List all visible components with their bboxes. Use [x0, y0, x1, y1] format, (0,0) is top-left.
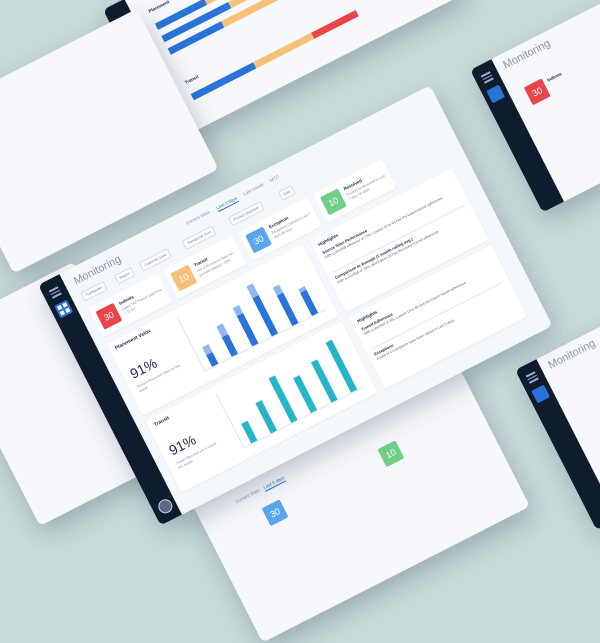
app-title: Monitoring [501, 37, 553, 72]
grid-icon[interactable] [486, 84, 506, 104]
h-bar [190, 62, 257, 101]
chart-bar [236, 312, 259, 347]
h-bar [253, 32, 315, 69]
chart-bar [255, 400, 278, 434]
transporter-filter[interactable]: Transporter [80, 280, 108, 302]
chart-bar [268, 375, 298, 424]
tab-current-sites[interactable]: Current Sites [185, 209, 211, 225]
transit-label: Transit [153, 415, 171, 429]
tab-last-month[interactable]: Last month [242, 182, 264, 197]
placement-label: Placement Velox [114, 328, 152, 352]
indents-title: Indents [546, 71, 563, 83]
resolved-value: 10 [377, 440, 405, 468]
app-title: Monitoring [71, 253, 124, 288]
top-transit-title: Transit [183, 73, 200, 86]
transit-value: 10 [170, 264, 198, 292]
tab-last-5-days[interactable]: Last 5 days [262, 475, 287, 492]
indents-value: 30 [523, 78, 551, 106]
menu-icon[interactable] [480, 71, 495, 85]
resolved-value: 10 [319, 188, 347, 216]
exception-value: 30 [261, 499, 289, 527]
h-bar [167, 21, 225, 55]
tab-current-sites[interactable]: Current Sites [235, 488, 261, 504]
dashboard-grid-icon[interactable] [54, 299, 74, 319]
app-title: Monitoring [546, 337, 598, 372]
chart-bar [300, 289, 319, 316]
exception-value: 30 [245, 226, 273, 254]
chart-bar [325, 339, 358, 393]
tab-last-5-days[interactable]: Last 5 days [215, 195, 239, 213]
chart-bar [293, 374, 318, 413]
sidebar [470, 59, 565, 213]
indents-value: 30 [95, 302, 123, 330]
region-filter[interactable]: Region [113, 266, 136, 285]
chart-bar [276, 292, 299, 327]
chart-bar [222, 334, 239, 357]
top-placement-title: Placement [147, 0, 170, 14]
user-avatar[interactable] [155, 496, 175, 516]
grid-icon[interactable] [531, 384, 551, 404]
menu-icon[interactable] [525, 371, 540, 385]
h-bar [311, 9, 359, 39]
date-filter[interactable]: Date [277, 184, 297, 201]
background-window-right: Monitoring 30 Indents [470, 0, 600, 213]
tab-mtd[interactable]: MTD [269, 174, 280, 183]
chart-bar [310, 359, 338, 403]
chart-bar [252, 294, 279, 337]
menu-icon[interactable] [48, 286, 63, 300]
chart-bar [240, 420, 258, 444]
